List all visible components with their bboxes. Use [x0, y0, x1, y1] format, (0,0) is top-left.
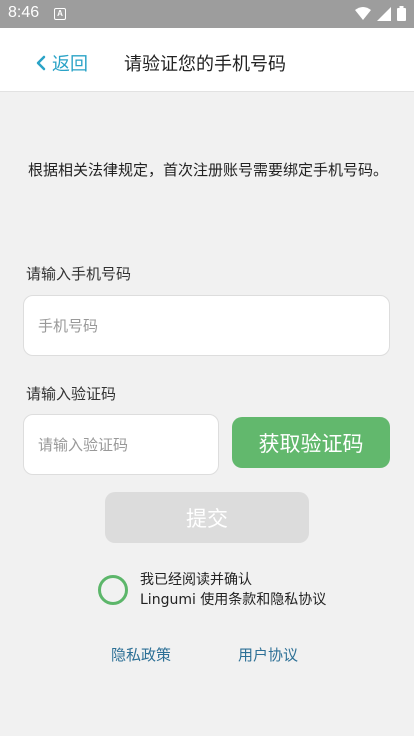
code-placeholder: 请输入验证码 — [38, 436, 129, 454]
status-time: 8:46 — [8, 4, 40, 21]
submit-button[interactable]: 提交 — [105, 492, 309, 543]
phone-label: 请输入手机号码 — [26, 265, 132, 283]
battery-icon — [397, 6, 406, 21]
get-code-button[interactable]: 获取验证码 — [232, 417, 390, 468]
navigation-bar: 返回 请验证您的手机号码 — [0, 28, 414, 92]
wifi-icon — [355, 6, 371, 20]
back-label: 返回 — [52, 54, 88, 75]
user-agreement-link[interactable]: 用户协议 — [238, 644, 298, 665]
code-label: 请输入验证码 — [26, 385, 117, 403]
phone-input[interactable]: 手机号码 — [23, 295, 390, 356]
system-icons — [355, 6, 406, 21]
agreement-line2: Lingumi 使用条款和隐私协议 — [140, 592, 327, 608]
status-bar: 8:46 A — [0, 0, 414, 28]
phone-placeholder: 手机号码 — [38, 317, 99, 335]
notice-text: 根据相关法律规定，首次注册账号需要绑定手机号码。 — [28, 161, 389, 179]
signal-icon — [377, 6, 391, 21]
agreement-text: 我已经阅读并确认 Lingumi 使用条款和隐私协议 — [140, 570, 326, 610]
agreement-radio[interactable] — [98, 575, 128, 605]
agreement-line1: 我已经阅读并确认 — [140, 572, 252, 588]
code-input[interactable]: 请输入验证码 — [23, 414, 219, 475]
page-title: 请验证您的手机号码 — [124, 54, 286, 75]
back-button[interactable]: 返回 — [36, 50, 88, 76]
a-box-icon: A — [54, 8, 66, 20]
privacy-policy-link[interactable]: 隐私政策 — [111, 644, 171, 665]
agreement-row: 我已经阅读并确认 Lingumi 使用条款和隐私协议 — [98, 570, 326, 610]
chevron-left-icon — [36, 55, 46, 71]
